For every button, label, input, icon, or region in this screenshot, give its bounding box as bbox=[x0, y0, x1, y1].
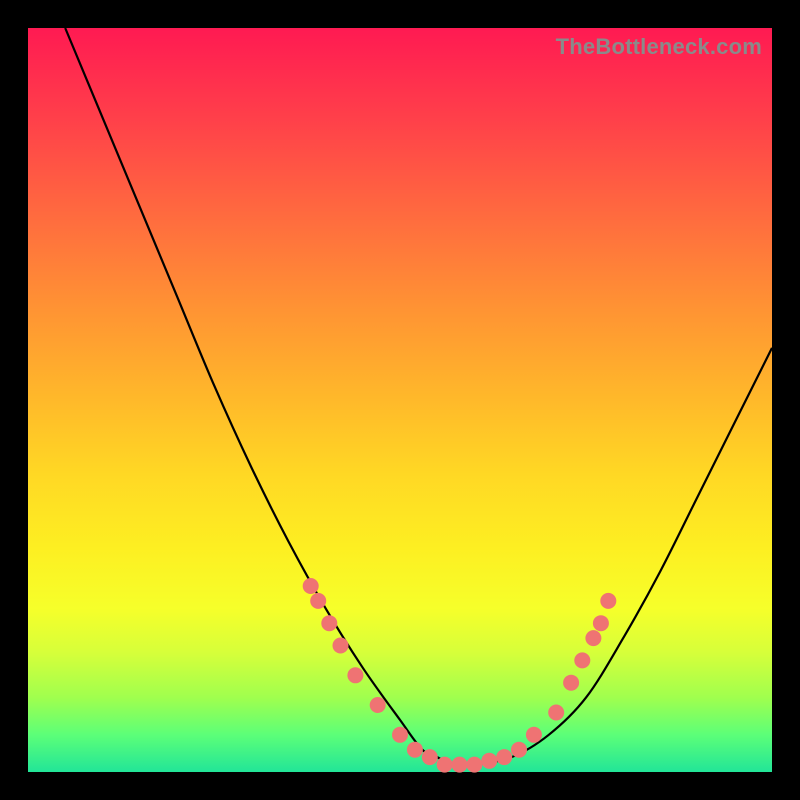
chart-plot-area: TheBottleneck.com bbox=[28, 28, 772, 772]
curve-marker bbox=[481, 753, 497, 769]
bottleneck-curve-svg bbox=[28, 28, 772, 772]
curve-marker bbox=[574, 652, 590, 668]
curve-marker bbox=[422, 749, 438, 765]
curve-marker bbox=[548, 705, 564, 721]
curve-marker bbox=[392, 727, 408, 743]
curve-marker bbox=[370, 697, 386, 713]
curve-marker bbox=[437, 757, 453, 773]
curve-marker bbox=[466, 757, 482, 773]
curve-marker bbox=[333, 638, 349, 654]
curve-marker bbox=[303, 578, 319, 594]
curve-marker bbox=[563, 675, 579, 691]
curve-marker bbox=[321, 615, 337, 631]
curve-marker bbox=[593, 615, 609, 631]
curve-marker bbox=[347, 667, 363, 683]
curve-marker-group bbox=[303, 578, 617, 773]
curve-marker bbox=[585, 630, 601, 646]
curve-marker bbox=[407, 742, 423, 758]
curve-marker bbox=[511, 742, 527, 758]
curve-marker bbox=[496, 749, 512, 765]
curve-marker bbox=[526, 727, 542, 743]
curve-marker bbox=[600, 593, 616, 609]
bottleneck-curve-path bbox=[65, 28, 772, 766]
curve-marker bbox=[452, 757, 468, 773]
curve-marker bbox=[310, 593, 326, 609]
